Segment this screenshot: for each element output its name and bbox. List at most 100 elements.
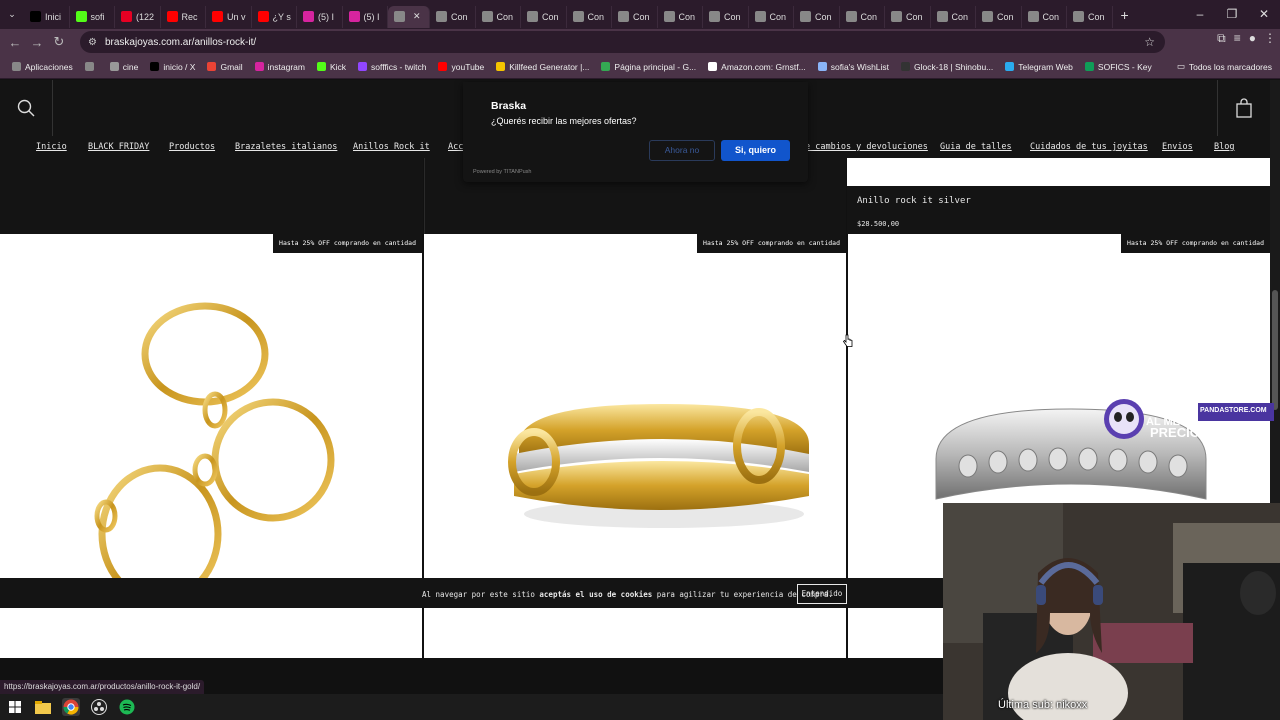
browser-tab[interactable]: (122 [115,5,161,28]
browser-tab[interactable]: Con [703,5,749,28]
minimize-icon[interactable]: – [1184,0,1216,29]
browser-tab[interactable]: Con [612,5,658,28]
all-bookmarks[interactable]: ▭ Todos los marcadores [1177,61,1272,72]
bookmark-favicon-icon [817,62,827,71]
restore-icon[interactable]: ❐ [1216,0,1248,29]
browser-tab[interactable]: Rec [161,5,206,28]
scrollbar-thumb[interactable] [1272,290,1278,410]
tab-label: (5) I [363,11,380,22]
browser-tab[interactable]: Con [794,5,840,28]
bookmark-item[interactable]: instagram [249,62,311,72]
nav-cuidados[interactable]: Cuidados de tus joyitas [1030,142,1148,152]
site-info-icon[interactable]: ⚙ [88,37,97,48]
bookmark-item[interactable]: SOFICS - Key [1079,62,1158,72]
address-bar[interactable]: ⚙ braskajoyas.com.ar/anillos-rock-it/ ☆ [80,31,1165,53]
push-accept-button[interactable]: Si, quiero [721,140,790,161]
webcam-feed [943,503,1280,720]
spotify-icon[interactable] [118,698,136,716]
bookmark-item[interactable]: youTube [432,62,490,72]
chrome-icon[interactable] [62,698,80,716]
cookie-accept-button[interactable]: Entendido [797,584,847,604]
window-controls: – ❐ ✕ [1184,0,1280,29]
browser-tab[interactable]: Con [749,5,794,28]
tab-label: Con [1088,11,1105,22]
bookmark-label: Telegram Web [1018,61,1073,72]
cookie-text-pre: Al navegar por este sitio [422,590,540,599]
nav-brazaletes[interactable]: Brazaletes italianos [235,142,337,152]
close-window-icon[interactable]: ✕ [1248,0,1280,29]
globe-icon [618,11,629,22]
nav-envios[interactable]: Envios [1162,142,1193,152]
bookmark-item[interactable]: Kick [311,62,352,72]
bookmark-item[interactable]: Página principal - G... [595,62,702,72]
browser-tab[interactable]: Con [567,5,612,28]
bookmark-item[interactable]: Glock-18 | Shinobu... [895,62,999,72]
push-decline-button[interactable]: Ahora no [649,140,715,161]
forward-icon[interactable]: → [26,35,48,50]
bookmark-star-icon[interactable]: ☆ [1144,35,1155,49]
bookmark-item[interactable]: inicio / X [144,62,201,72]
nav-guia-talles[interactable]: Guia de talles [940,142,1012,152]
browser-tab[interactable]: sofi [70,5,115,28]
bookmark-favicon-icon [601,62,611,71]
bookmark-item[interactable]: sofia's WishList [812,62,895,72]
file-explorer-icon[interactable] [34,698,52,716]
tab-label: Con [769,11,787,22]
bookmark-favicon-icon [438,62,448,71]
pinterest-icon [121,11,132,22]
back-icon[interactable]: ← [4,35,26,50]
browser-tab[interactable]: Con [658,5,703,28]
nav-productos[interactable]: Productos [169,142,215,152]
browser-tab[interactable]: Con [840,5,885,28]
obs-icon[interactable] [90,698,108,716]
nav-blog[interactable]: Blog [1214,142,1234,152]
close-tab-icon[interactable]: ✕ [413,11,421,22]
globe-icon [1027,11,1039,22]
tab-label: (5) I [318,11,335,22]
tab-label: Con [451,11,468,22]
bookmark-item[interactable] [79,62,104,72]
bookmark-item[interactable]: sofffics - twitch [352,62,432,72]
browser-tab[interactable]: Un v [206,5,252,28]
browser-tab[interactable]: ¿Y s [252,5,297,28]
windows-start-icon[interactable] [6,698,24,716]
globe-icon [845,11,857,22]
bookmark-item[interactable]: Killfeed Generator |... [490,62,595,72]
profile-icon[interactable]: ● [1249,31,1256,46]
browser-tab[interactable]: Con [931,5,976,28]
tab-label: Con [906,11,923,22]
reload-icon[interactable]: ↻ [48,34,70,50]
nav-inicio[interactable]: Inicio [36,142,67,152]
browser-tab[interactable]: Con [885,5,931,28]
bookmark-label: Gmail [220,61,243,72]
bookmark-item[interactable]: Amazon.com: Grnstf... [702,62,812,72]
tab-search-button[interactable]: ⌄ [0,9,24,20]
bookmark-item[interactable]: Aplicaciones [6,62,79,72]
cart-icon[interactable] [1235,98,1253,118]
browser-tab[interactable]: Con [476,5,521,28]
media-icon[interactable]: ≡ [1234,31,1241,46]
browser-tab[interactable]: Con [521,5,567,28]
bookmark-item[interactable]: Gmail [201,62,248,72]
tab-label: Con [633,11,650,22]
menu-icon[interactable]: ⋮ [1264,31,1276,46]
browser-tab[interactable]: ✕ [388,5,430,28]
nav-cambios[interactable]: e cambios y devoluciones [805,142,928,152]
extensions-icon[interactable]: ⧉ [1217,31,1226,46]
nav-black-friday[interactable]: BLACK FRIDAY [88,142,149,152]
search-icon[interactable] [16,98,36,118]
browser-tab[interactable]: Con [1022,5,1067,28]
product-name[interactable]: Anillo rock it silver [857,196,971,206]
bookmark-item[interactable]: cine [104,62,145,72]
tab-label: Con [951,11,969,22]
nav-anillos-rock-it[interactable]: Anillos Rock it [353,142,430,152]
browser-tab[interactable]: Con [1067,5,1113,28]
browser-tab[interactable]: Inici [24,5,70,28]
new-tab-button[interactable]: + [1121,7,1129,23]
browser-tab[interactable]: Con [430,5,476,28]
browser-tab[interactable]: (5) I [343,5,388,28]
bookmark-item[interactable]: Telegram Web [999,62,1079,72]
nav-accesorios[interactable]: Acc [448,142,463,152]
browser-tab[interactable]: Con [976,5,1022,28]
browser-tab[interactable]: (5) I [297,5,343,28]
